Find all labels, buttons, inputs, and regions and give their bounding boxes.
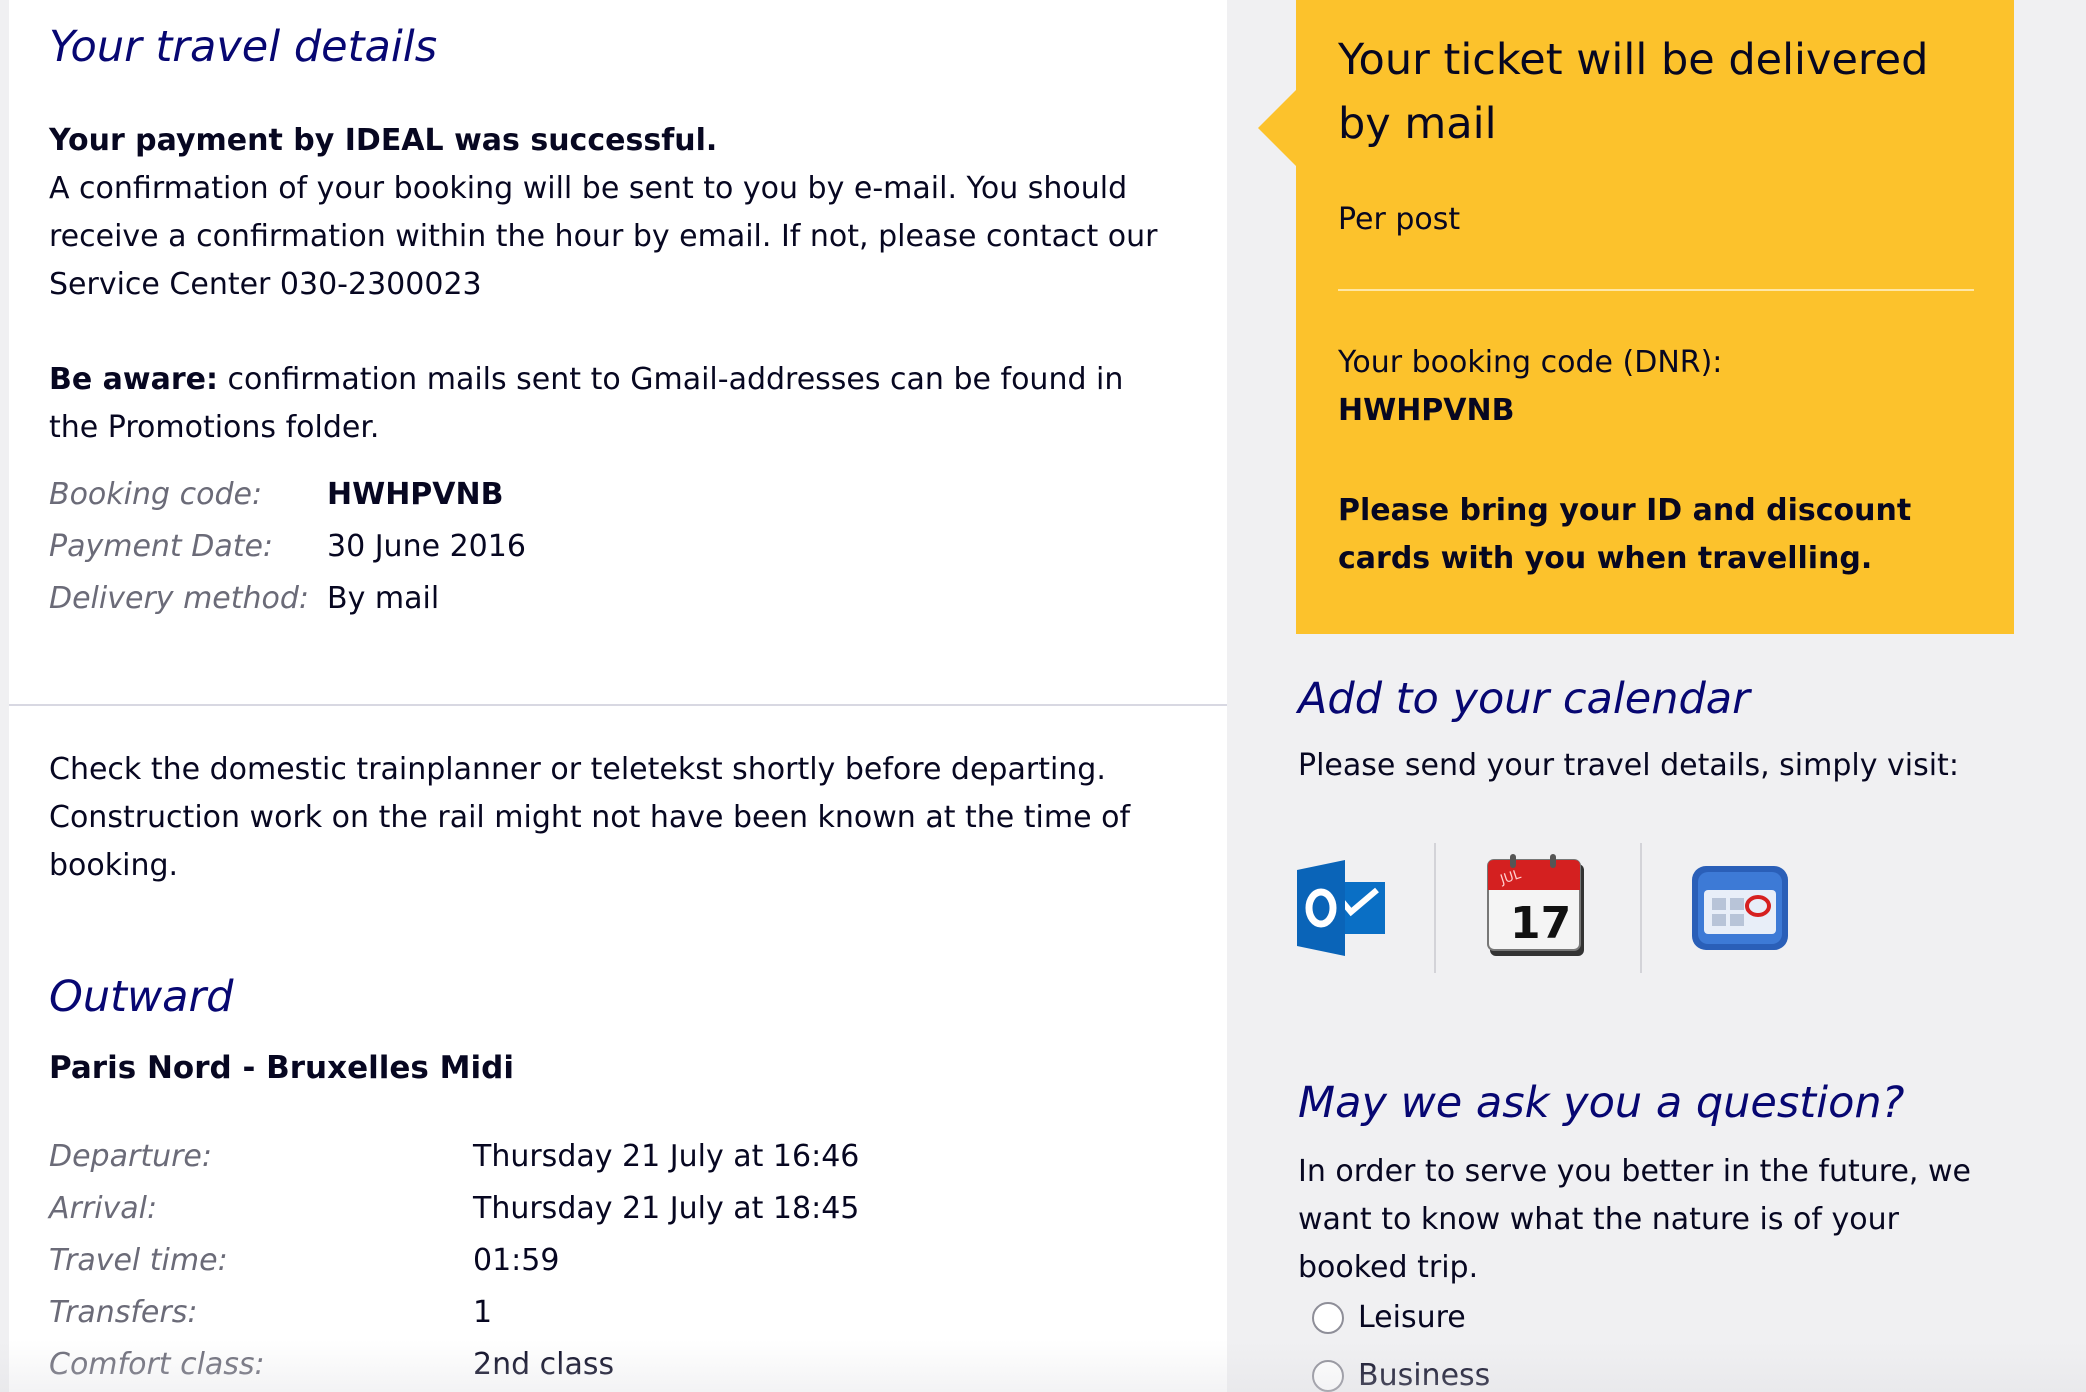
confirmation-email-info: A confirmation of your booking will be s… <box>49 171 1158 302</box>
delivery-method-row: Delivery method: By mail <box>49 572 526 624</box>
booking-summary: Booking code: HWHPVNB Payment Date: 30 J… <box>49 468 526 624</box>
payment-date-label: Payment Date: <box>49 528 274 564</box>
business-radio[interactable] <box>1312 1359 1344 1392</box>
trip-type-option-leisure[interactable]: Leisure <box>1312 1300 1466 1335</box>
arrival-value: Thursday 21 July at 18:45 <box>473 1190 860 1226</box>
question-text: In order to serve you better in the futu… <box>1298 1154 1971 1285</box>
ical-icon[interactable]: JUL 17 <box>1484 854 1592 958</box>
payment-confirmation-text: Your payment by IDEAL was successful. A … <box>49 117 1219 309</box>
calendar-subtitle: Please send your travel details, simply … <box>1298 748 1959 783</box>
question-title: May we ask you a question? <box>1298 1078 1905 1128</box>
booking-code-label: Booking code: <box>49 476 263 512</box>
arrival-label: Arrival: <box>49 1190 158 1226</box>
transfers-label: Transfers: <box>49 1294 198 1330</box>
leisure-label: Leisure <box>1358 1300 1466 1335</box>
section-divider <box>9 704 1227 706</box>
travel-time-label: Travel time: <box>49 1242 228 1278</box>
ical-day: 17 <box>1510 898 1571 949</box>
travel-details-panel: Your travel details Your payment by IDEA… <box>9 0 1227 1392</box>
dnr-label: Your booking code (DNR): <box>1338 345 1723 380</box>
ticket-box-pointer <box>1258 88 1298 168</box>
calendar-title: Add to your calendar <box>1298 674 1750 724</box>
bring-id-note: Please bring your ID and discount cards … <box>1338 493 1912 576</box>
transfers-value: 1 <box>473 1294 493 1330</box>
departure-label: Departure: <box>49 1138 212 1174</box>
outward-title: Outward <box>49 972 234 1022</box>
delivery-method-label: Delivery method: <box>49 580 310 616</box>
trip-details: Departure: Thursday 21 July at 16:46 Arr… <box>49 1130 859 1390</box>
transfers-row: Transfers: 1 <box>49 1286 859 1338</box>
travel-details-title: Your travel details <box>49 22 438 72</box>
departure-value: Thursday 21 July at 16:46 <box>473 1138 860 1174</box>
aware-label: Be aware: <box>49 362 218 397</box>
delivery-method-text: Per post <box>1338 202 1461 237</box>
travel-time-row: Travel time: 01:59 <box>49 1234 859 1286</box>
dnr-code: HWHPVNB <box>1338 393 1515 428</box>
outlook-icon[interactable] <box>1296 858 1388 958</box>
comfort-class-label: Comfort class: <box>49 1346 265 1382</box>
comfort-class-row: Comfort class: 2nd class <box>49 1338 859 1390</box>
calendar-separator <box>1640 843 1642 973</box>
travel-time-value: 01:59 <box>473 1242 560 1278</box>
payment-date-row: Payment Date: 30 June 2016 <box>49 520 526 572</box>
payment-date-value: 30 June 2016 <box>327 528 526 564</box>
trip-type-option-business[interactable]: Business <box>1312 1358 1490 1392</box>
gmail-notice: Be aware: confirmation mails sent to Gma… <box>49 356 1169 452</box>
comfort-class-value: 2nd class <box>473 1346 615 1382</box>
ticket-delivery-title: Your ticket will be delivered by mail <box>1338 35 1929 149</box>
payment-success-message: Your payment by IDEAL was successful. <box>49 123 718 158</box>
booking-code-row: Booking code: HWHPVNB <box>49 468 526 520</box>
calendar-separator <box>1434 843 1436 973</box>
route-name: Paris Nord - Bruxelles Midi <box>49 1050 514 1086</box>
booking-code-value: HWHPVNB <box>327 476 504 512</box>
delivery-method-value: By mail <box>327 580 440 616</box>
google-calendar-icon[interactable] <box>1690 858 1790 958</box>
arrival-row: Arrival: Thursday 21 July at 18:45 <box>49 1182 859 1234</box>
departure-row: Departure: Thursday 21 July at 16:46 <box>49 1130 859 1182</box>
business-label: Business <box>1358 1358 1491 1392</box>
trainplanner-notice: Check the domestic trainplanner or telet… <box>49 752 1131 883</box>
ticket-box-divider <box>1338 289 1974 291</box>
leisure-radio[interactable] <box>1312 1301 1344 1334</box>
booking-confirmation-page: Your travel details Your payment by IDEA… <box>0 0 2086 1392</box>
calendar-options: JUL 17 <box>1296 842 1790 974</box>
